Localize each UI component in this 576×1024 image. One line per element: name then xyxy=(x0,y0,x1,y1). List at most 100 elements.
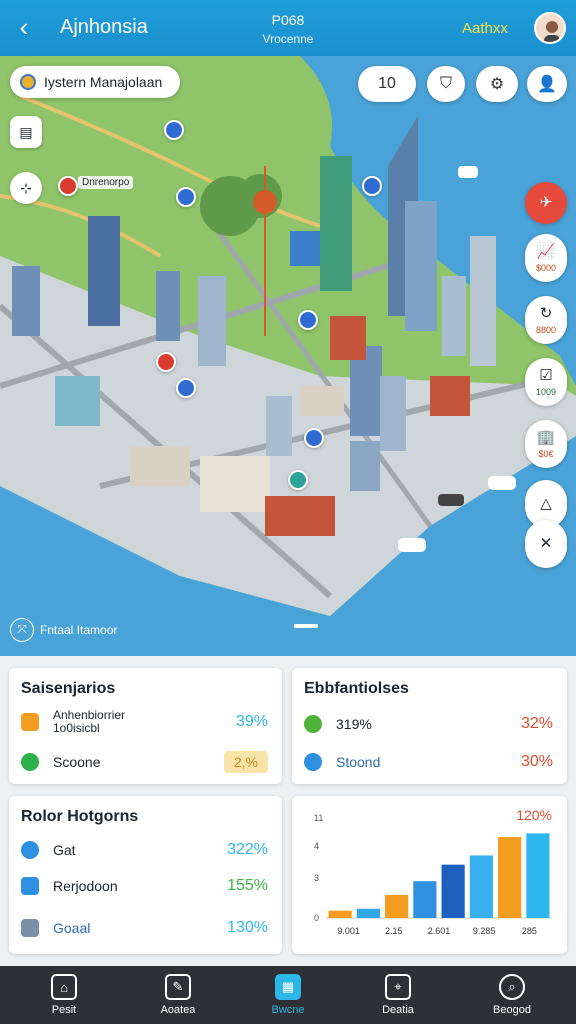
gear-icon: ⚙ xyxy=(489,76,505,93)
settings-button[interactable]: ⚙ xyxy=(476,66,518,102)
app-title: Ajnhonsia xyxy=(60,16,148,38)
list-item[interactable]: Gat 322% xyxy=(21,834,268,866)
map-pin-icon[interactable] xyxy=(156,352,176,372)
chart-bar[interactable] xyxy=(441,864,465,918)
x-tick-label: 2.601 xyxy=(428,926,451,936)
map-pin-icon[interactable] xyxy=(362,176,382,196)
building-icon xyxy=(21,919,39,937)
measure-toggle[interactable]: ⤧ Fntaal Itamoor xyxy=(10,618,117,642)
chat-icon xyxy=(21,753,39,771)
list-item[interactable]: Anhenbiorrier 1o0isicbl 39% xyxy=(21,706,268,738)
shield-icon: ⛉ xyxy=(439,75,452,92)
nav-item-edit[interactable]: ✎ Aoatea xyxy=(138,966,218,1024)
map-pin-icon[interactable] xyxy=(304,428,324,448)
chart-bar[interactable] xyxy=(356,908,380,918)
home-icon: ⌂ xyxy=(51,974,77,1000)
list-item[interactable]: Goaal 130% xyxy=(21,912,268,944)
nav-item-location[interactable]: ⌖ Deatia xyxy=(358,966,438,1024)
list-item-label: Stoond xyxy=(336,754,381,770)
nav-label: Beogod xyxy=(493,1004,531,1016)
list-item[interactable]: Scoone 2,% xyxy=(21,746,268,778)
list-item-value: 30% xyxy=(520,753,553,770)
card-hotspots: Rolor Hotgorns Gat 322% Rerjodoon 155% G… xyxy=(9,796,282,954)
map-layer-chip[interactable]: Iystern Manajolaan xyxy=(10,66,181,98)
map-pin-icon[interactable] xyxy=(164,120,184,140)
bottom-nav: ⌂ Pesit ✎ Aoatea ▦ Bwcne ⌖ Deatia ⌕ Beog… xyxy=(0,966,576,1024)
map-view[interactable]: Iystern Manajolaan 10 ⛉ ⚙ 👤 ▤ ⊹ Dnrenorp… xyxy=(0,56,576,656)
map-pin-icon[interactable] xyxy=(176,378,196,398)
page-subtitle: Vrocenne xyxy=(262,32,314,46)
bar-chart: 120% 11 4 3 0 9.001 2.15 2.601 9.285 285 xyxy=(314,807,552,936)
rail-value: $000 xyxy=(535,262,557,273)
list-item-label: Goaal xyxy=(53,920,91,936)
nav-label: Deatia xyxy=(382,1004,414,1016)
nav-item-home[interactable]: ⌂ Pesit xyxy=(24,966,104,1024)
document-icon: ☑ xyxy=(539,366,553,384)
list-item[interactable]: Stoond 30% xyxy=(304,746,553,778)
chart-bar[interactable] xyxy=(413,881,437,918)
navigate-icon: ✈ xyxy=(539,194,553,211)
nav-item-map[interactable]: ▦ Bwcne xyxy=(248,966,328,1024)
list-item-value: 130% xyxy=(227,919,268,936)
map-pin-icon[interactable] xyxy=(288,470,308,490)
chevron-left-icon: ‹ xyxy=(19,12,29,42)
list-item-value: 39% xyxy=(235,713,268,730)
chart-bar[interactable] xyxy=(328,910,352,918)
chart-icon: 📈 xyxy=(536,242,556,260)
folder-icon xyxy=(21,877,39,895)
shield-button[interactable]: ⛉ xyxy=(427,66,465,102)
rail-refresh-button[interactable]: ↻ 8800 xyxy=(525,296,567,344)
chart-bar[interactable] xyxy=(385,895,409,918)
chart-title: 120% xyxy=(516,807,552,823)
x-tick-label: 285 xyxy=(522,926,537,936)
locate-icon: ⊹ xyxy=(20,179,32,196)
chart-bar[interactable] xyxy=(469,855,493,918)
card-scenarios: Saisenjarios Anhenbiorrier 1o0isicbl 39%… xyxy=(9,668,282,784)
map-pin-icon[interactable] xyxy=(298,310,318,330)
chart-bar[interactable] xyxy=(498,837,522,918)
list-item[interactable]: 319% 32% xyxy=(304,708,553,740)
measure-label: Fntaal Itamoor xyxy=(40,623,118,637)
rail-document-button[interactable]: ☑ 1009 xyxy=(525,358,567,406)
label-line-2: 1o0isicbl xyxy=(53,721,100,735)
x-tick-label: 9.285 xyxy=(473,926,496,936)
layers-button[interactable]: ▤ xyxy=(10,116,42,148)
map-pin-icon xyxy=(20,74,36,90)
chart-bar[interactable] xyxy=(526,833,550,918)
list-item[interactable]: Rerjodoon 155% xyxy=(21,870,268,902)
header-link[interactable]: Aathxx xyxy=(462,20,508,37)
rail-building-button[interactable]: 🏢 $0€ xyxy=(525,420,567,468)
x-tick-label: 9.001 xyxy=(337,926,360,936)
nav-label: Pesit xyxy=(51,1004,77,1016)
close-icon: ✕ xyxy=(539,535,553,552)
chart-card: 120% 11 4 3 0 9.001 2.15 2.601 9.285 285 xyxy=(292,796,567,954)
drag-handle[interactable] xyxy=(294,624,318,628)
ruler-icon: △ xyxy=(540,495,552,512)
avatar[interactable] xyxy=(534,12,566,44)
list-item-value: 32% xyxy=(520,715,553,732)
profile-button[interactable]: 👤 xyxy=(527,66,567,102)
building-icon: 🏢 xyxy=(536,428,556,446)
list-item-label: Scoone xyxy=(53,754,101,770)
navigate-button[interactable]: ✈ xyxy=(525,182,567,224)
x-tick-label: 2.15 xyxy=(385,926,403,936)
layers-icon: ▤ xyxy=(19,123,33,140)
list-item-value: 2,% xyxy=(223,751,268,773)
map-pin-icon[interactable] xyxy=(58,176,78,196)
refresh-icon: ↻ xyxy=(539,304,553,322)
zoom-level-button[interactable]: 10 xyxy=(358,66,416,102)
rail-value: 8800 xyxy=(535,324,557,335)
list-item-label: Rerjodoon xyxy=(53,878,118,894)
close-tool-button[interactable]: ✕ xyxy=(525,520,567,568)
nav-item-search[interactable]: ⌕ Beogod xyxy=(472,966,552,1024)
list-item-label: 319% xyxy=(336,716,372,732)
list-item-value: 322% xyxy=(227,841,268,858)
y-tick-label: 0 xyxy=(314,913,319,923)
leaf-icon xyxy=(304,715,322,733)
locate-button[interactable]: ⊹ xyxy=(10,172,42,204)
rail-chart-button[interactable]: 📈 $000 xyxy=(525,234,567,282)
map-pin-icon[interactable] xyxy=(176,187,196,207)
list-item-label: Anhenbiorrier 1o0isicbl xyxy=(53,709,236,735)
card-statistics: Ebbfantiolses 319% 32% Stoond 30% xyxy=(292,668,567,784)
back-button[interactable]: ‹ xyxy=(10,12,38,44)
